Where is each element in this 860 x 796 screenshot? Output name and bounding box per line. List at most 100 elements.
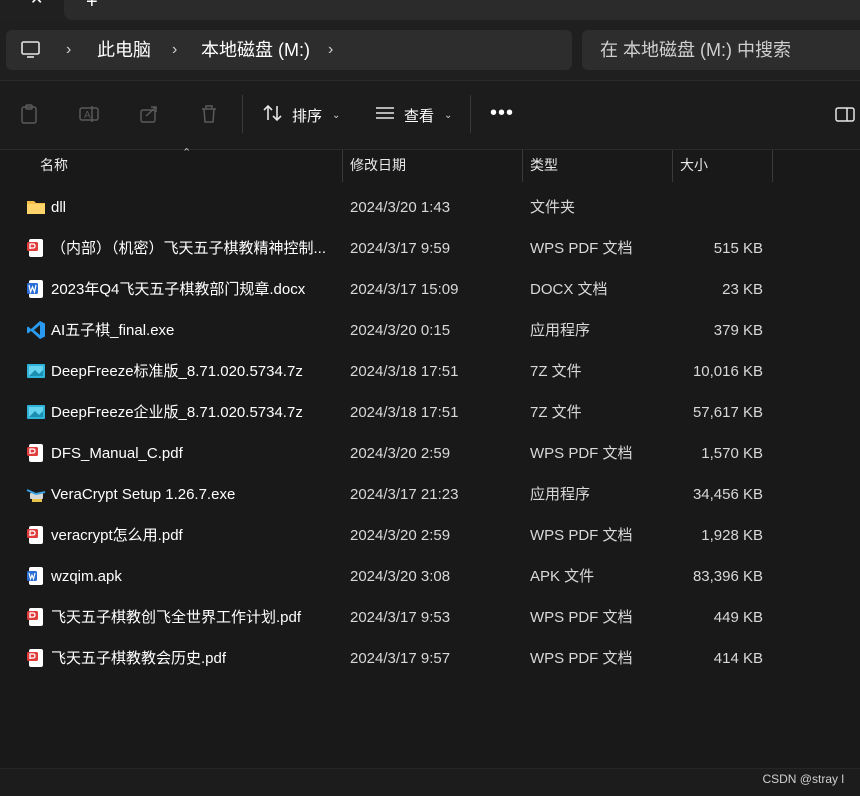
file-date: 2024/3/17 9:59 [350, 240, 451, 257]
column-header-size[interactable]: 大小 [680, 150, 708, 182]
file-list: dll 2024/3/20 1:43 文件夹 （内部）（机密）飞天五子棋教精神控… [0, 187, 860, 679]
word-icon [26, 279, 46, 299]
file-type: WPS PDF 文档 [530, 445, 633, 462]
column-resize-handle[interactable] [772, 150, 773, 182]
navigation-bar: › 此电脑 › 本地磁盘 (M:) › 在 本地磁盘 (M:) 中搜索 [0, 22, 860, 81]
veracrypt-icon [26, 484, 46, 504]
sort-icon [262, 103, 284, 127]
computer-icon[interactable] [20, 40, 42, 60]
chevron-down-icon: ⌄ [444, 109, 453, 121]
file-date: 2024/3/17 9:57 [350, 650, 451, 667]
file-size: 414 KB [713, 650, 763, 667]
column-header: ⌃ 名称 修改日期 类型 大小 [0, 147, 860, 182]
breadcrumb-local-disk-m[interactable]: 本地磁盘 (M:) [201, 30, 310, 70]
file-size: 57,617 KB [692, 404, 763, 421]
file-type: 7Z 文件 [530, 404, 582, 421]
file-row[interactable]: 飞天五子棋教教会历史.pdf 2024/3/17 9:57 WPS PDF 文档… [0, 638, 860, 679]
file-size: 23 KB [722, 281, 763, 298]
file-size: 10,016 KB [692, 363, 763, 380]
sort-button[interactable]: 排序 ⌄ [262, 99, 340, 131]
column-header-name[interactable]: 名称 [40, 150, 68, 182]
pdf-icon [26, 648, 46, 668]
file-name: 2023年Q4飞天五子棋教部门规章.docx [51, 281, 306, 298]
sort-ascending-icon: ⌃ [182, 147, 192, 159]
column-resize-handle[interactable] [342, 150, 343, 182]
breadcrumb-this-pc[interactable]: 此电脑 [97, 30, 151, 70]
file-name: DFS_Manual_C.pdf [51, 445, 183, 462]
breadcrumb-chevron-icon[interactable]: › [328, 30, 333, 70]
column-resize-handle[interactable] [672, 150, 673, 182]
watermark-text: CSDN @stray l [762, 772, 844, 786]
file-row[interactable]: DeepFreeze企业版_8.71.020.5734.7z 2024/3/18… [0, 392, 860, 433]
file-row[interactable]: dll 2024/3/20 1:43 文件夹 [0, 187, 860, 228]
file-type: WPS PDF 文档 [530, 240, 633, 257]
file-type: APK 文件 [530, 568, 595, 585]
file-size: 379 KB [713, 322, 763, 339]
file-row[interactable]: （内部）（机密）飞天五子棋教精神控制... 2024/3/17 9:59 WPS… [0, 228, 860, 269]
more-options-button[interactable]: ••• [490, 103, 514, 123]
sort-label: 排序 [292, 107, 323, 125]
file-name: （内部）（机密）飞天五子棋教精神控制... [51, 240, 327, 257]
share-icon[interactable] [138, 103, 160, 125]
file-date: 2024/3/20 1:43 [350, 199, 451, 216]
file-size [676, 187, 763, 228]
file-type: 应用程序 [530, 486, 591, 503]
toolbar-divider [470, 95, 471, 133]
file-type: DOCX 文档 [530, 281, 608, 298]
breadcrumb-chevron-icon[interactable]: › [172, 30, 177, 70]
file-row[interactable]: DFS_Manual_C.pdf 2024/3/20 2:59 WPS PDF … [0, 433, 860, 474]
new-tab-button[interactable]: + [86, 0, 98, 12]
file-row[interactable]: 飞天五子棋教创飞全世界工作计划.pdf 2024/3/17 9:53 WPS P… [0, 597, 860, 638]
close-tab-icon[interactable]: ✕ [30, 0, 46, 8]
tab-strip: ✕ + [0, 0, 860, 22]
file-date: 2024/3/17 9:53 [350, 609, 451, 626]
vscode-icon [26, 320, 46, 340]
file-name: 飞天五子棋教创飞全世界工作计划.pdf [51, 609, 302, 626]
paste-icon[interactable] [18, 103, 40, 125]
view-label: 查看 [404, 107, 435, 125]
toolbar-divider [242, 95, 243, 133]
file-date: 2024/3/18 17:51 [350, 404, 459, 421]
file-date: 2024/3/20 0:15 [350, 322, 451, 339]
rename-icon[interactable]: A [78, 103, 100, 125]
address-bar[interactable]: › 此电脑 › 本地磁盘 (M:) › [6, 30, 572, 70]
file-type: WPS PDF 文档 [530, 650, 633, 667]
folder-icon [26, 197, 46, 217]
archive-icon [26, 402, 46, 422]
pdf-icon [26, 525, 46, 545]
file-date: 2024/3/17 21:23 [350, 486, 459, 503]
apk-icon [26, 566, 46, 586]
column-resize-handle[interactable] [522, 150, 523, 182]
file-date: 2024/3/17 15:09 [350, 281, 459, 298]
delete-icon[interactable] [198, 103, 220, 125]
pdf-icon [26, 607, 46, 627]
file-row[interactable]: 2023年Q4飞天五子棋教部门规章.docx 2024/3/17 15:09 D… [0, 269, 860, 310]
file-size: 449 KB [713, 609, 763, 626]
status-bar: CSDN @stray l [0, 768, 860, 796]
file-type: 应用程序 [530, 322, 591, 339]
breadcrumb-chevron-icon[interactable]: › [66, 30, 71, 70]
chevron-down-icon: ⌄ [332, 109, 341, 121]
file-type: WPS PDF 文档 [530, 527, 633, 544]
file-type: 7Z 文件 [530, 363, 582, 380]
svg-text:A: A [84, 110, 91, 121]
file-row[interactable]: DeepFreeze标准版_8.71.020.5734.7z 2024/3/18… [0, 351, 860, 392]
file-type: WPS PDF 文档 [530, 609, 633, 626]
file-name: 飞天五子棋教教会历史.pdf [51, 650, 227, 667]
details-pane-icon[interactable] [834, 103, 856, 125]
file-row[interactable]: AI五子棋_final.exe 2024/3/20 0:15 应用程序 379 … [0, 310, 860, 351]
file-size: 1,570 KB [701, 445, 763, 462]
active-tab[interactable] [64, 0, 860, 20]
file-row[interactable]: VeraCrypt Setup 1.26.7.exe 2024/3/17 21:… [0, 474, 860, 515]
file-date: 2024/3/20 2:59 [350, 445, 451, 462]
column-header-date[interactable]: 修改日期 [350, 150, 406, 182]
column-header-type[interactable]: 类型 [530, 150, 558, 182]
file-name: dll [51, 199, 67, 216]
file-name: AI五子棋_final.exe [51, 322, 175, 339]
view-button[interactable]: 查看 ⌄ [374, 99, 452, 131]
search-input[interactable]: 在 本地磁盘 (M:) 中搜索 [582, 30, 860, 70]
file-row[interactable]: veracrypt怎么用.pdf 2024/3/20 2:59 WPS PDF … [0, 515, 860, 556]
view-icon [374, 103, 396, 127]
file-row[interactable]: wzqim.apk 2024/3/20 3:08 APK 文件 83,396 K… [0, 556, 860, 597]
file-type: 文件夹 [530, 199, 576, 216]
